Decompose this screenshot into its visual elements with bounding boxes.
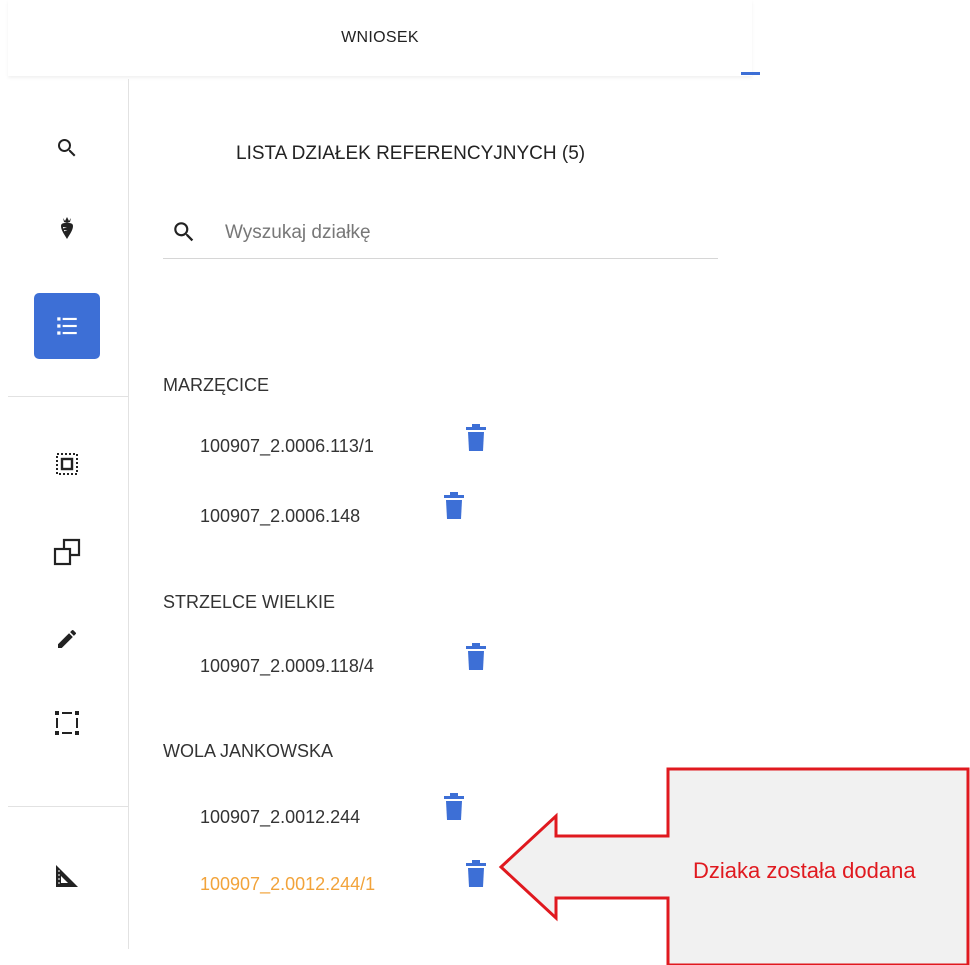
tab-wniosek[interactable]: WNIOSEK [8,0,752,76]
trash-icon[interactable] [465,424,487,452]
copy-shape-icon [53,538,81,566]
search-icon [58,139,76,157]
parcel-list-button[interactable] [34,293,100,359]
parcel-search [163,206,718,259]
beet-icon [61,217,73,239]
parcel-item[interactable]: 100907_2.0009.118/4 [200,656,374,677]
group-title: WOLA JANKOWSKA [163,741,334,761]
draw-button[interactable] [34,606,100,672]
tool-rail [8,79,129,949]
tab-indicator [741,72,760,75]
panel-title: LISTA DZIAŁEK REFERENCYJNYCH (5) [236,143,586,164]
callout-text: Dziaka została dodana [693,858,916,883]
dashed-rectangle-icon [55,711,79,735]
parcel-item-new[interactable]: 100907_2.0012.244/1 [200,874,375,895]
group-title: STRZELCE WIELKIE [163,592,336,612]
rail-separator [8,806,128,807]
crops-tool-button[interactable] [34,195,100,261]
parcel-item[interactable]: 100907_2.0006.113/1 [200,436,374,457]
rectangle-tool-button[interactable] [34,690,100,756]
top-bar: WNIOSEK [8,0,760,76]
parcel-item[interactable]: 100907_2.0006.148 [200,506,360,527]
search-tool-button[interactable] [34,115,100,181]
set-square-icon [56,865,78,887]
trash-icon[interactable] [465,643,487,671]
rail-separator [8,396,128,397]
search-icon [174,222,194,242]
select-area-icon [56,453,78,475]
search-input[interactable] [223,214,707,252]
select-area-button[interactable] [34,431,100,497]
pencil-icon [58,629,77,648]
list-icon [57,317,77,335]
tab-wniosek-label: WNIOSEK [341,29,419,46]
trash-icon[interactable] [465,860,487,888]
trash-icon[interactable] [443,793,465,821]
measure-button[interactable] [34,843,100,909]
group-title: MARZĘCICE [163,375,270,395]
trash-icon[interactable] [443,492,465,520]
parcel-item[interactable]: 100907_2.0012.244 [200,807,360,828]
copy-shape-button[interactable] [34,519,100,585]
